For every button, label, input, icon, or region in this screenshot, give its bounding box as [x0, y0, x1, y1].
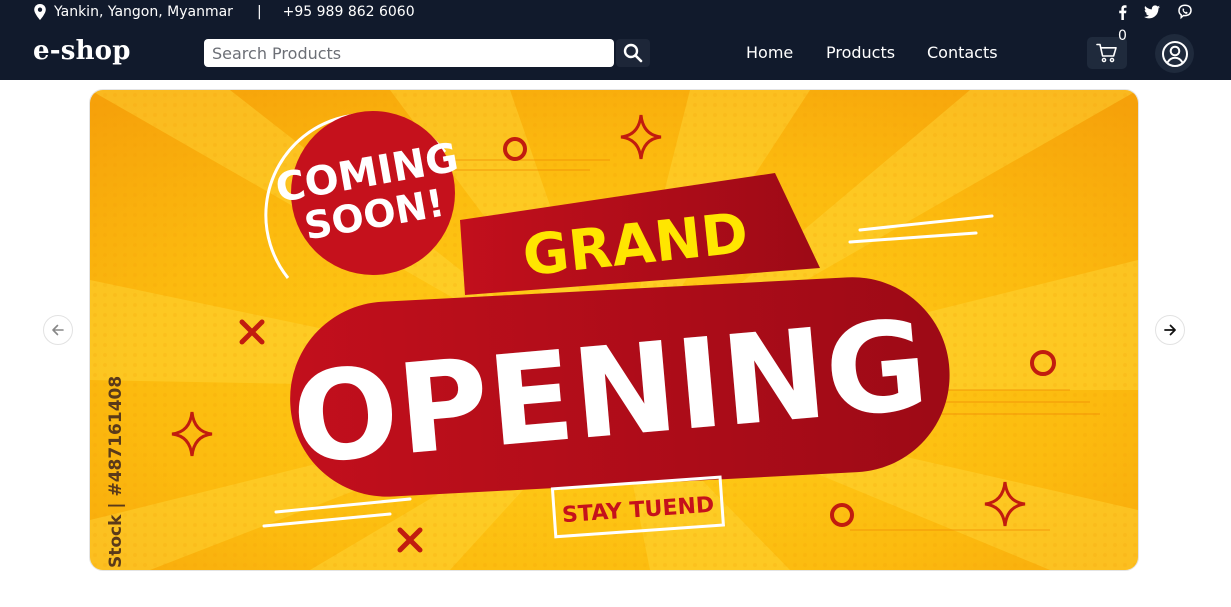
grand-opening-banner: COMING SOON! GRAND OPENING STAY TUEND St… [90, 90, 1138, 570]
arrow-left-icon [52, 324, 64, 336]
facebook-icon[interactable] [1118, 4, 1127, 20]
arrow-right-icon [1164, 324, 1176, 336]
brand-logo[interactable]: e-shop [33, 36, 131, 66]
social-links [1118, 2, 1193, 22]
account-button[interactable] [1155, 34, 1194, 73]
nav-products[interactable]: Products [826, 43, 895, 65]
contact-info: Yankin, Yangon, Myanmar | +95 989 862 60… [33, 2, 415, 22]
search-icon [623, 43, 643, 63]
search-button[interactable] [616, 39, 650, 67]
location-pin-icon [34, 4, 46, 20]
twitter-icon[interactable] [1144, 5, 1160, 19]
nav-contacts[interactable]: Contacts [927, 43, 998, 65]
phone-number[interactable]: +95 989 862 6060 [283, 4, 415, 20]
site-header: Yankin, Yangon, Myanmar | +95 989 862 60… [0, 0, 1231, 80]
carousel-next-button[interactable] [1155, 315, 1185, 345]
search-input[interactable] [204, 39, 614, 67]
stock-watermark: Stock | #487161408 [106, 376, 126, 568]
location-text: Yankin, Yangon, Myanmar [54, 4, 233, 20]
carousel-prev-button[interactable] [43, 315, 73, 345]
cart-count-badge: 0 [1118, 28, 1127, 44]
contact-separator: | [256, 4, 262, 20]
nav-home[interactable]: Home [746, 43, 793, 65]
hero-carousel: COMING SOON! GRAND OPENING STAY TUEND St… [89, 89, 1139, 571]
viber-icon[interactable] [1177, 4, 1193, 20]
cart-icon [1096, 43, 1117, 63]
user-account-icon [1161, 40, 1188, 67]
